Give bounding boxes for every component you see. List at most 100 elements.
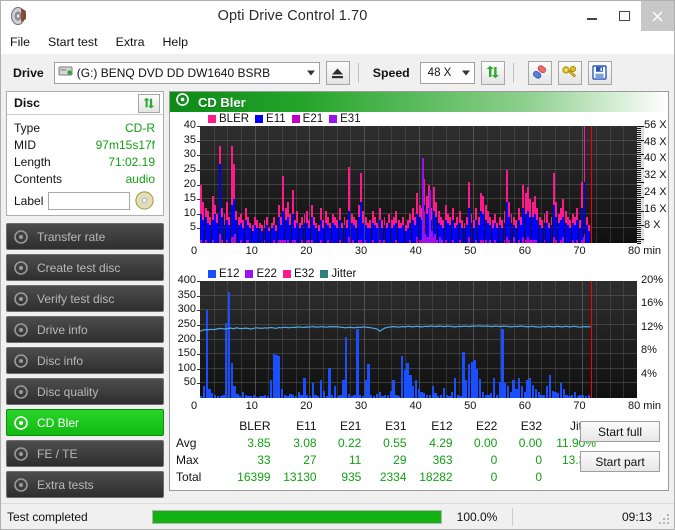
status-bar: Test completed 100.0% 09:13 xyxy=(1,503,674,529)
start-full-button[interactable]: Start full xyxy=(580,421,660,442)
chart-bar xyxy=(221,240,224,243)
legend-swatch-icon xyxy=(329,114,338,123)
menu-item-help[interactable]: Help xyxy=(162,33,196,51)
sidebar-item-transfer-rate[interactable]: Transfer rate xyxy=(6,223,164,250)
y-axis-tick-label: 50 xyxy=(183,376,196,389)
sidebar-item-extra-tests[interactable]: Extra tests xyxy=(6,471,164,498)
legend-label: E32 xyxy=(293,267,315,280)
status-message: Test completed xyxy=(7,509,88,524)
disc-refresh-button[interactable] xyxy=(138,93,160,113)
refresh-button[interactable] xyxy=(480,60,505,85)
panel-header: CD Bler xyxy=(170,92,668,112)
elapsed-time: 09:13 xyxy=(621,509,652,524)
resize-grip[interactable] xyxy=(659,514,671,526)
stats-column-header: BLER xyxy=(239,418,271,433)
maximize-button[interactable] xyxy=(608,1,641,31)
sidebar-item-drive-info[interactable]: Drive info xyxy=(6,316,164,343)
y-axis-tick xyxy=(197,383,200,385)
sidebar-item-verify-test-disc[interactable]: Verify test disc xyxy=(6,285,164,312)
menu-item-extra[interactable]: Extra xyxy=(116,33,154,51)
stats-cell: 33 xyxy=(257,452,271,467)
app-disc-icon xyxy=(9,6,29,26)
grid-line xyxy=(200,183,637,185)
sidebar-item-cd-bler[interactable]: CD Bler xyxy=(6,409,164,436)
eject-button[interactable] xyxy=(325,60,350,85)
sidebar-item-disc-info[interactable]: Disc info xyxy=(6,347,164,374)
drive-select[interactable]: (G:) BENQ DVD DD DW1640 BSRB xyxy=(53,61,320,84)
y-axis-tick xyxy=(197,281,200,282)
sidebar-item-label: Transfer rate xyxy=(37,229,106,244)
chart-bar xyxy=(219,234,222,243)
stats-cell: 2334 xyxy=(379,469,407,484)
y2-axis-tick-label: 16 X xyxy=(644,202,667,215)
y-axis-tick xyxy=(197,140,200,142)
menu-item-start-test[interactable]: Start test xyxy=(48,33,107,51)
y-axis-tick xyxy=(197,295,200,297)
disc-row-type: Type CD-R xyxy=(14,120,155,137)
stats-cell: 29 xyxy=(393,452,407,467)
sidebar-item-label: Disc quality xyxy=(37,384,99,399)
disc-icon xyxy=(14,415,33,430)
cd-icon[interactable] xyxy=(134,190,155,211)
x-axis-tick-label: 20 xyxy=(300,400,313,412)
y-axis-tick-label: 250 xyxy=(177,317,196,330)
y-axis-tick xyxy=(197,126,200,127)
y-axis-tick xyxy=(197,339,200,341)
legend-item-e32: E32 xyxy=(282,267,315,280)
window-buttons xyxy=(575,1,674,31)
x-axis-tick-label: 40 xyxy=(409,400,422,412)
disc-mid-value: 97m15s17f xyxy=(95,138,155,152)
start-part-button[interactable]: Start part xyxy=(580,451,660,472)
x-axis-tick-label: 80 min xyxy=(628,245,662,257)
grid-line xyxy=(610,126,611,243)
disc-label-input[interactable] xyxy=(47,191,130,210)
panel-disc-icon xyxy=(176,93,190,111)
drive-icon xyxy=(58,64,73,81)
y-axis-tick xyxy=(197,228,200,230)
sidebar-item-create-test-disc[interactable]: Create test disc xyxy=(6,254,164,281)
erase-button[interactable] xyxy=(527,60,552,85)
y-axis-tick-label: 20 xyxy=(183,177,196,190)
legend-swatch-icon xyxy=(255,114,264,123)
chart-bar xyxy=(287,240,289,243)
chart-bar xyxy=(348,237,351,243)
stats-column-header: E32 xyxy=(520,418,543,433)
chart-bar xyxy=(555,240,558,243)
sidebar-item-fe-te[interactable]: FE / TE xyxy=(6,440,164,467)
tools-button[interactable] xyxy=(557,60,582,85)
sidebar-item-label: CD Bler xyxy=(37,415,80,430)
speed-select[interactable]: 48 X xyxy=(419,61,475,84)
chart-bar xyxy=(233,234,236,243)
stats-header-row: BLERE11E21E31E12E22E32Jitter xyxy=(176,417,596,434)
x-axis-tick-label: 20 xyxy=(300,245,313,257)
stats-cell: 4.29 xyxy=(429,435,453,450)
chart-bar xyxy=(279,240,282,243)
x-axis-tick-label: 10 xyxy=(245,245,258,257)
x-axis-tick-label: 70 xyxy=(573,400,586,412)
close-button[interactable] xyxy=(641,1,674,31)
disc-icon xyxy=(14,384,33,399)
y-axis-tick-label: 10 xyxy=(183,206,196,219)
legend-item-e11: E11 xyxy=(255,113,286,125)
toolbar-separator xyxy=(512,62,514,83)
chart-bar xyxy=(245,240,248,243)
menu-item-file[interactable]: File xyxy=(10,33,39,51)
main-body: Disc Type CD-R MID 97m15s17f Length 71:0… xyxy=(1,91,674,528)
stats-row-label: Total xyxy=(176,469,202,484)
stats-cell: 18282 xyxy=(419,469,453,484)
minimize-button[interactable] xyxy=(575,1,608,31)
chart-bar xyxy=(308,240,311,243)
chart-bar xyxy=(395,240,398,243)
stats-column-header: E31 xyxy=(385,418,407,433)
table-row: Avg 3.85 3.08 0.22 0.55 4.29 0.00 0.00 11.90% xyxy=(176,434,596,451)
left-pane: Disc Type CD-R MID 97m15s17f Length 71:0… xyxy=(6,91,164,528)
save-button[interactable] xyxy=(587,60,612,85)
progress-fill xyxy=(153,510,441,523)
legend-label: Jitter xyxy=(331,267,357,280)
stats-table-inner: BLERE11E21E31E12E22E32JitterAvg3.853.080… xyxy=(176,417,596,485)
x-axis-tick-label: 60 xyxy=(518,400,531,412)
sidebar-item-disc-quality[interactable]: Disc quality xyxy=(6,378,164,405)
app-window: Opti Drive Control 1.70 File Start test … xyxy=(0,0,675,530)
chart-bar xyxy=(200,240,202,243)
chart-bar xyxy=(371,240,374,243)
